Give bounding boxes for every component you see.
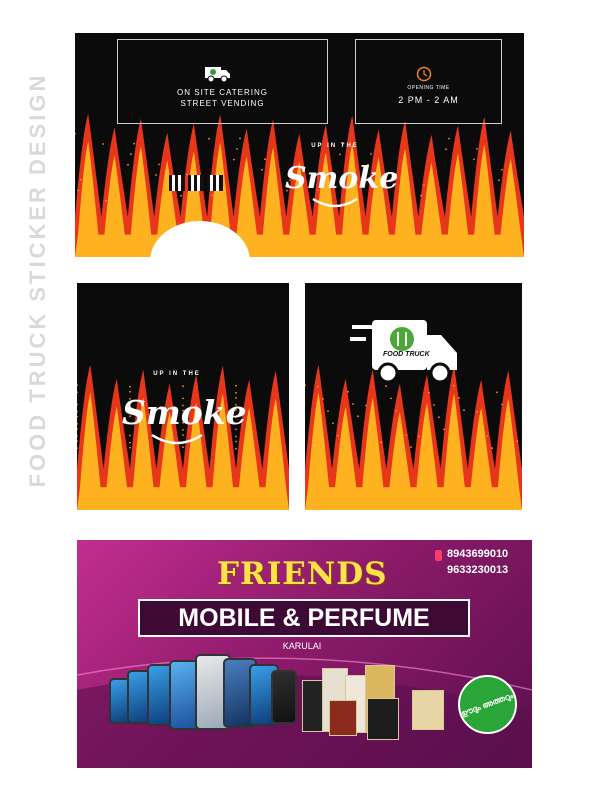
ember	[357, 415, 359, 418]
ember	[77, 447, 78, 450]
ember	[418, 435, 420, 438]
ember	[77, 422, 78, 425]
ember	[77, 435, 78, 437]
ember	[501, 403, 503, 406]
ember	[77, 415, 78, 418]
shop-location: KARULAI	[282, 641, 322, 651]
ember	[375, 429, 377, 431]
ember	[365, 404, 367, 407]
ember	[410, 446, 412, 449]
badge: ഊദും അത്തറും	[458, 675, 517, 734]
ember	[77, 440, 78, 442]
smoke-logo: UP IN THE Smoke	[122, 371, 247, 446]
phone-number: 9633230013	[447, 564, 509, 576]
ember	[332, 422, 334, 425]
ember	[235, 440, 237, 443]
page-title: FOOD TRUCK STICKER DESIGN	[25, 72, 50, 488]
cutout-shape	[150, 221, 250, 257]
ember	[458, 397, 460, 399]
sticker-panel-side: ON SITE CATERING STREET VENDING OPENING …	[75, 33, 524, 257]
page-title-vertical: FOOD TRUCK STICKER DESIGN	[18, 40, 58, 520]
ember	[463, 409, 465, 411]
ember	[235, 447, 237, 450]
ember	[390, 397, 392, 400]
ember	[476, 410, 478, 413]
ember	[235, 435, 237, 438]
ember	[337, 434, 339, 437]
sticker-panel-logo: UP IN THE Smoke	[77, 283, 289, 510]
ember	[438, 416, 440, 419]
ember	[443, 428, 445, 431]
sticker-panel-truck: FOOD TRUCK	[305, 283, 522, 510]
ember	[312, 441, 314, 444]
logo-smile-icon	[151, 433, 203, 445]
phone-image	[271, 670, 297, 724]
ember	[516, 440, 518, 442]
ember	[352, 403, 354, 405]
shop-banner: 8943699010 9633230013 FRIENDS MOBILE & P…	[77, 540, 532, 768]
shop-category: MOBILE & PERFUME	[138, 599, 470, 637]
ember	[327, 410, 329, 412]
ember	[317, 385, 319, 388]
ember	[486, 435, 488, 437]
perfume-bottle	[329, 700, 357, 736]
ember	[342, 446, 344, 449]
ember	[129, 446, 131, 449]
perfume-bottle	[367, 698, 399, 740]
truck-label: FOOD TRUCK	[383, 351, 430, 358]
ember	[182, 446, 184, 449]
ember	[423, 447, 425, 450]
phone-icon	[435, 550, 442, 561]
ember	[400, 421, 402, 424]
shop-name: FRIENDS	[217, 556, 388, 592]
ember	[77, 391, 78, 394]
ember	[448, 440, 450, 443]
ember	[395, 409, 397, 412]
perfume-bottle	[412, 690, 444, 730]
ember	[77, 384, 78, 387]
ember	[433, 404, 435, 406]
ember	[496, 391, 498, 394]
ember	[481, 422, 483, 425]
ember	[347, 390, 349, 393]
ember	[511, 428, 513, 430]
ember	[235, 384, 237, 387]
phone-number: 8943699010	[447, 548, 509, 560]
ember	[370, 416, 372, 419]
ember	[405, 434, 407, 436]
ember	[77, 428, 78, 430]
ember	[77, 410, 78, 413]
ember	[428, 391, 430, 394]
ember	[77, 403, 78, 406]
ember	[491, 447, 493, 450]
ember	[322, 398, 324, 400]
ember	[380, 441, 382, 443]
badge-text: ഊദും അത്തറും	[460, 690, 515, 718]
ember	[305, 384, 306, 387]
ember	[506, 415, 508, 418]
